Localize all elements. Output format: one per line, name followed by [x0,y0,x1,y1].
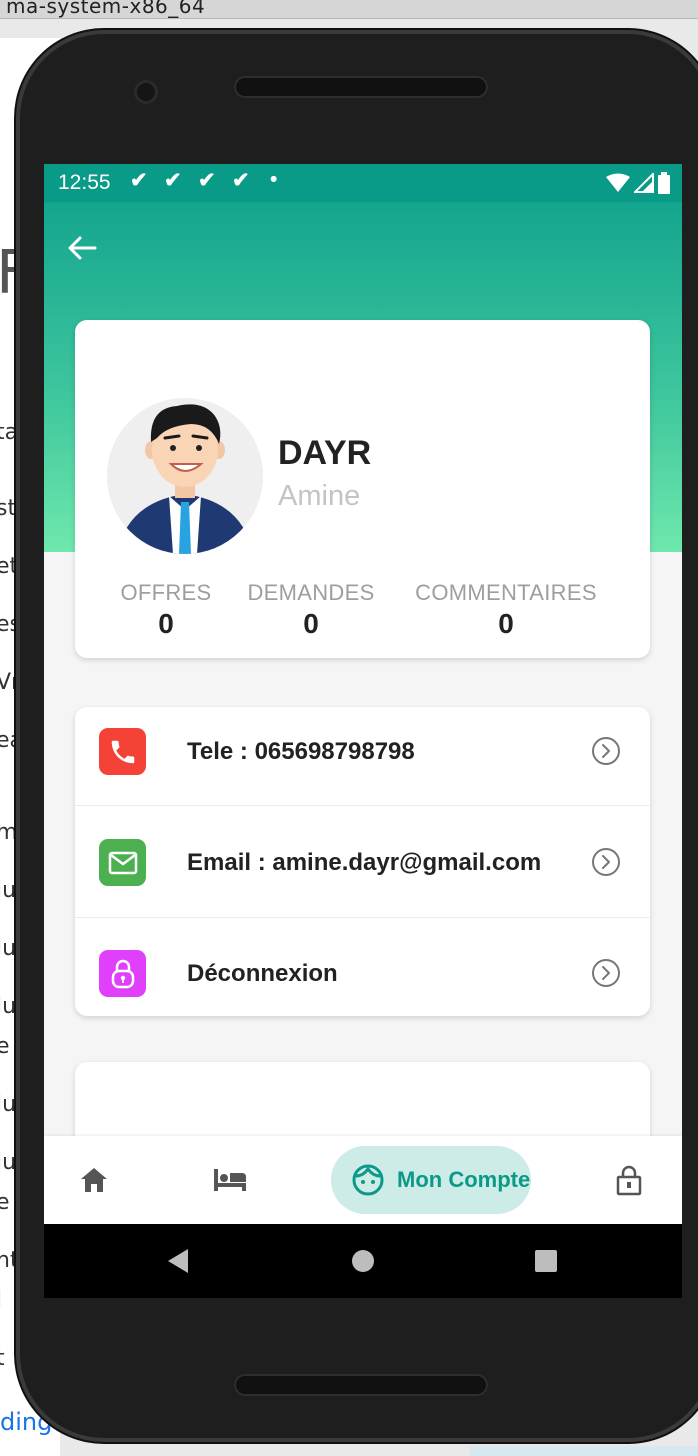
status-bar: 12:55 ✔ ✔ ✔ ✔ • [44,164,682,202]
stat-label: OFFRES [120,580,212,605]
background-fragment: st [0,496,17,521]
divider [75,805,650,806]
system-recents-button[interactable] [522,1224,570,1298]
battery-icon [658,172,670,194]
stat-offres: OFFRES 0 [116,580,216,640]
menu-item-label: Déconnexion [187,960,338,987]
menu-item-label: Email : amine.dayr@gmail.com [187,849,542,876]
background-fragment: lu [0,1092,17,1117]
notification-check-icon: ✔ [232,169,250,192]
front-camera [134,80,158,104]
menu-item-logout[interactable]: Déconnexion [75,929,650,1040]
account-face-icon [352,1164,384,1196]
account-menu-card: Tele : 065698798798 Email : amine.dayr@g… [75,707,650,1016]
background-strip [470,1446,698,1456]
notification-dot-icon: • [270,168,278,191]
background-fragment: lu [0,994,17,1019]
notification-check-icon: ✔ [164,169,182,192]
email-icon [99,839,146,886]
background-fragment: e [0,1190,10,1215]
nav-home[interactable] [64,1136,124,1224]
wifi-icon [606,173,630,192]
profile-last-name: DAYR [278,434,372,472]
user-avatar-illustration [107,398,263,554]
square-recents-icon [535,1250,557,1272]
stat-value: 0 [158,608,174,639]
background-fragment: lu [0,1150,17,1175]
nav-mon-compte[interactable]: Mon Compte [331,1146,531,1214]
emulator-window-title: ma-system-x86_64 [6,0,206,18]
status-icons [606,172,670,194]
home-icon [81,1168,107,1192]
arrow-back-icon [68,236,97,260]
system-back-button[interactable] [154,1224,202,1298]
circle-home-icon [352,1250,374,1272]
notification-check-icon: ✔ [198,169,216,192]
system-home-button[interactable] [339,1224,387,1298]
stat-value: 0 [498,608,514,639]
stat-demandes: DEMANDES 0 [241,580,381,640]
background-fragment: t [0,1346,5,1371]
back-button[interactable] [64,230,100,266]
phone-icon [99,728,146,775]
profile-first-name: Amine [278,480,361,512]
menu-item-phone[interactable]: Tele : 065698798798 [75,707,650,818]
system-navigation-bar [44,1224,682,1298]
profile-card: DAYR Amine OFFRES 0 DEMANDES 0 COMMENTAI… [75,320,650,658]
lock-open-icon [616,1165,642,1196]
notification-check-icon: ✔ [130,169,148,192]
nav-lock[interactable] [599,1136,659,1224]
triangle-back-icon [168,1249,188,1273]
earpiece-speaker [234,76,488,98]
stat-label: DEMANDES [247,580,375,605]
hotel-bed-icon [214,1169,246,1191]
chevron-right-circle-icon [592,959,620,987]
menu-item-label: Tele : 065698798798 [187,738,415,765]
phone-screen: 12:55 ✔ ✔ ✔ ✔ • DAYR Amine OFFRES 0 DEMA… [44,164,682,1298]
status-time: 12:55 [58,171,111,194]
nav-active-label: Mon Compte [397,1167,531,1192]
menu-item-email[interactable]: Email : amine.dayr@gmail.com [75,818,650,929]
stat-label: COMMENTAIRES [415,580,597,605]
background-fragment: lu [0,878,17,903]
stat-commentaires: COMMENTAIRES 0 [406,580,606,640]
avatar [107,398,263,554]
bottom-speaker [234,1374,488,1396]
chevron-right-circle-icon [592,848,620,876]
background-fragment: lu [0,936,17,961]
bottom-navigation: Mon Compte [44,1136,682,1224]
chevron-right-circle-icon [592,737,620,765]
background-fragment: l [0,1288,2,1313]
lock-icon [99,950,146,997]
stat-value: 0 [303,608,319,639]
divider [75,917,650,918]
background-fragment: m [0,820,18,845]
signal-icon [634,173,654,193]
emulator-window-titlebar: ma-system-x86_64 [0,0,698,19]
background-fragment: e [0,1034,10,1059]
nav-hotel[interactable] [200,1136,260,1224]
